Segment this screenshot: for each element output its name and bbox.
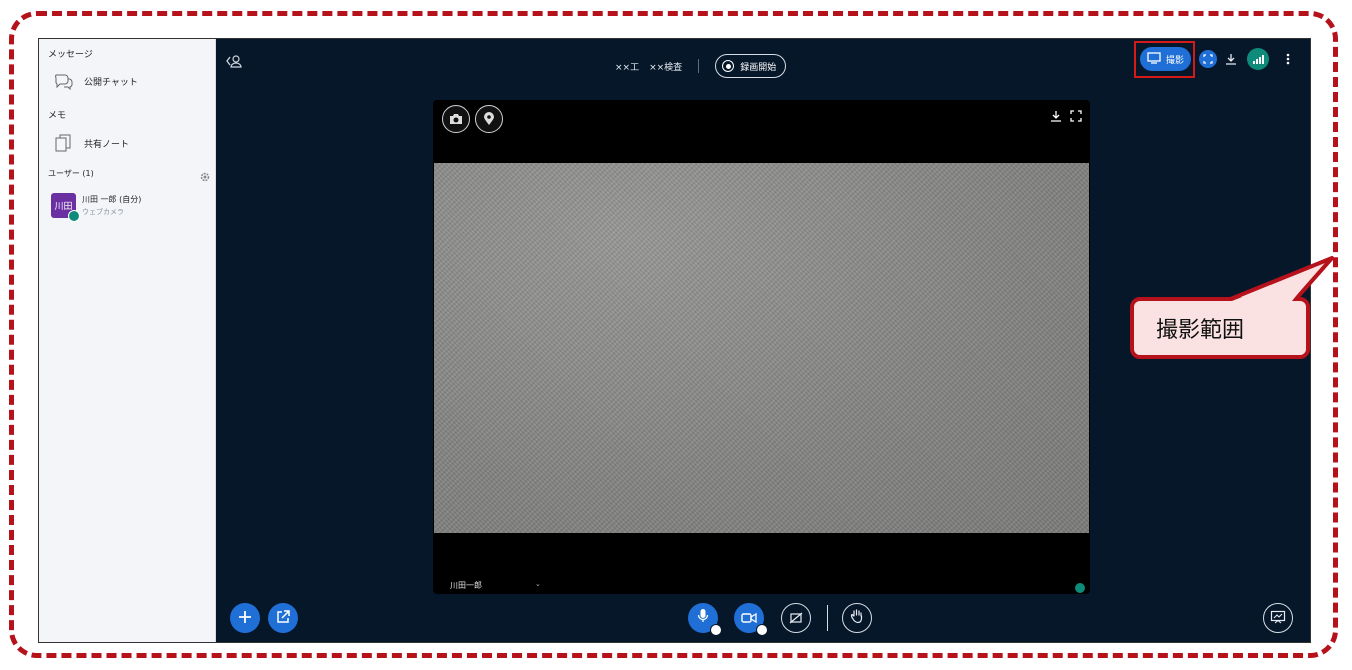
connection-signal-icon[interactable] xyxy=(1247,48,1269,70)
video-camera-icon xyxy=(741,609,757,628)
title-part-2: ××検査 xyxy=(649,62,683,73)
raise-hand-icon xyxy=(850,608,864,628)
plus-icon xyxy=(238,609,252,628)
sidebar: メッセージ 公開チャット メモ 共有ノート ユーザー (1) 川田 川田 一郎 … xyxy=(39,39,216,642)
more-vertical-icon[interactable] xyxy=(1279,50,1297,68)
raise-hand-button[interactable] xyxy=(842,603,872,633)
sidebar-item-label: 共有ノート xyxy=(84,139,130,150)
monitor-icon xyxy=(1147,51,1161,67)
chat-icon xyxy=(52,71,74,91)
gear-icon[interactable] xyxy=(199,168,211,182)
presentation-icon xyxy=(1270,609,1286,628)
user-list-item[interactable]: 川田 川田 一郎 (自分) ウェブカメラ xyxy=(48,191,208,222)
mic-status-badge xyxy=(68,210,80,222)
shoot-button[interactable]: 撮影 xyxy=(1140,47,1191,71)
shooting-range-callout: 撮影範囲 xyxy=(1130,297,1310,359)
user-name: 川田 一郎 (自分) xyxy=(82,195,142,204)
download-icon[interactable] xyxy=(1222,50,1240,68)
title-part-1: ××工 xyxy=(615,62,640,73)
mic-status-icon xyxy=(1075,583,1085,593)
camera-feed xyxy=(434,163,1089,533)
external-link-icon xyxy=(276,609,290,628)
location-pin-icon[interactable] xyxy=(475,105,503,133)
shoot-label: 撮影 xyxy=(1165,55,1184,66)
sidebar-item-public-chat[interactable]: 公開チャット xyxy=(48,69,208,93)
microphone-options-badge[interactable] xyxy=(710,624,722,636)
conference-app-window: メッセージ 公開チャット メモ 共有ノート ユーザー (1) 川田 川田 一郎 … xyxy=(38,38,1311,643)
screen-share-off-icon xyxy=(789,609,803,628)
record-label: 録画開始 xyxy=(740,62,777,73)
chevron-down-icon[interactable]: ⌄ xyxy=(535,580,541,588)
presentation-button[interactable] xyxy=(1263,603,1293,633)
video-fullscreen-icon[interactable] xyxy=(1070,107,1082,126)
external-link-button[interactable] xyxy=(268,603,298,633)
microphone-button[interactable] xyxy=(688,603,722,636)
user-device: ウェブカメラ xyxy=(82,208,124,216)
users-section-title: ユーザー (1) xyxy=(48,169,94,178)
messages-section-title: メッセージ xyxy=(48,50,93,60)
title-divider xyxy=(698,59,700,73)
fullscreen-icon[interactable] xyxy=(1199,50,1217,68)
sidebar-item-label: 公開チャット xyxy=(84,77,138,88)
memo-section-title: メモ xyxy=(48,111,67,121)
record-icon xyxy=(722,60,735,72)
note-icon xyxy=(52,133,74,153)
video-panel: 川田一郎 ⌄ xyxy=(433,100,1090,594)
screen-share-button[interactable] xyxy=(781,603,811,633)
plus-button[interactable] xyxy=(230,603,260,633)
camera-icon[interactable] xyxy=(442,105,470,133)
camera-options-badge[interactable] xyxy=(756,624,768,636)
video-download-icon[interactable] xyxy=(1050,107,1062,126)
toolbar-divider xyxy=(827,605,828,631)
callout-text: 撮影範囲 xyxy=(1156,318,1245,343)
participant-name: 川田一郎 xyxy=(450,581,482,590)
user-list-toggle-icon[interactable] xyxy=(225,53,243,72)
microphone-icon xyxy=(697,608,709,628)
sidebar-item-shared-note[interactable]: 共有ノート xyxy=(48,131,208,155)
video-camera-button[interactable] xyxy=(734,603,768,636)
meeting-title: ××工 ××検査 録画開始 xyxy=(615,54,787,78)
record-start-button[interactable]: 録画開始 xyxy=(715,54,787,78)
